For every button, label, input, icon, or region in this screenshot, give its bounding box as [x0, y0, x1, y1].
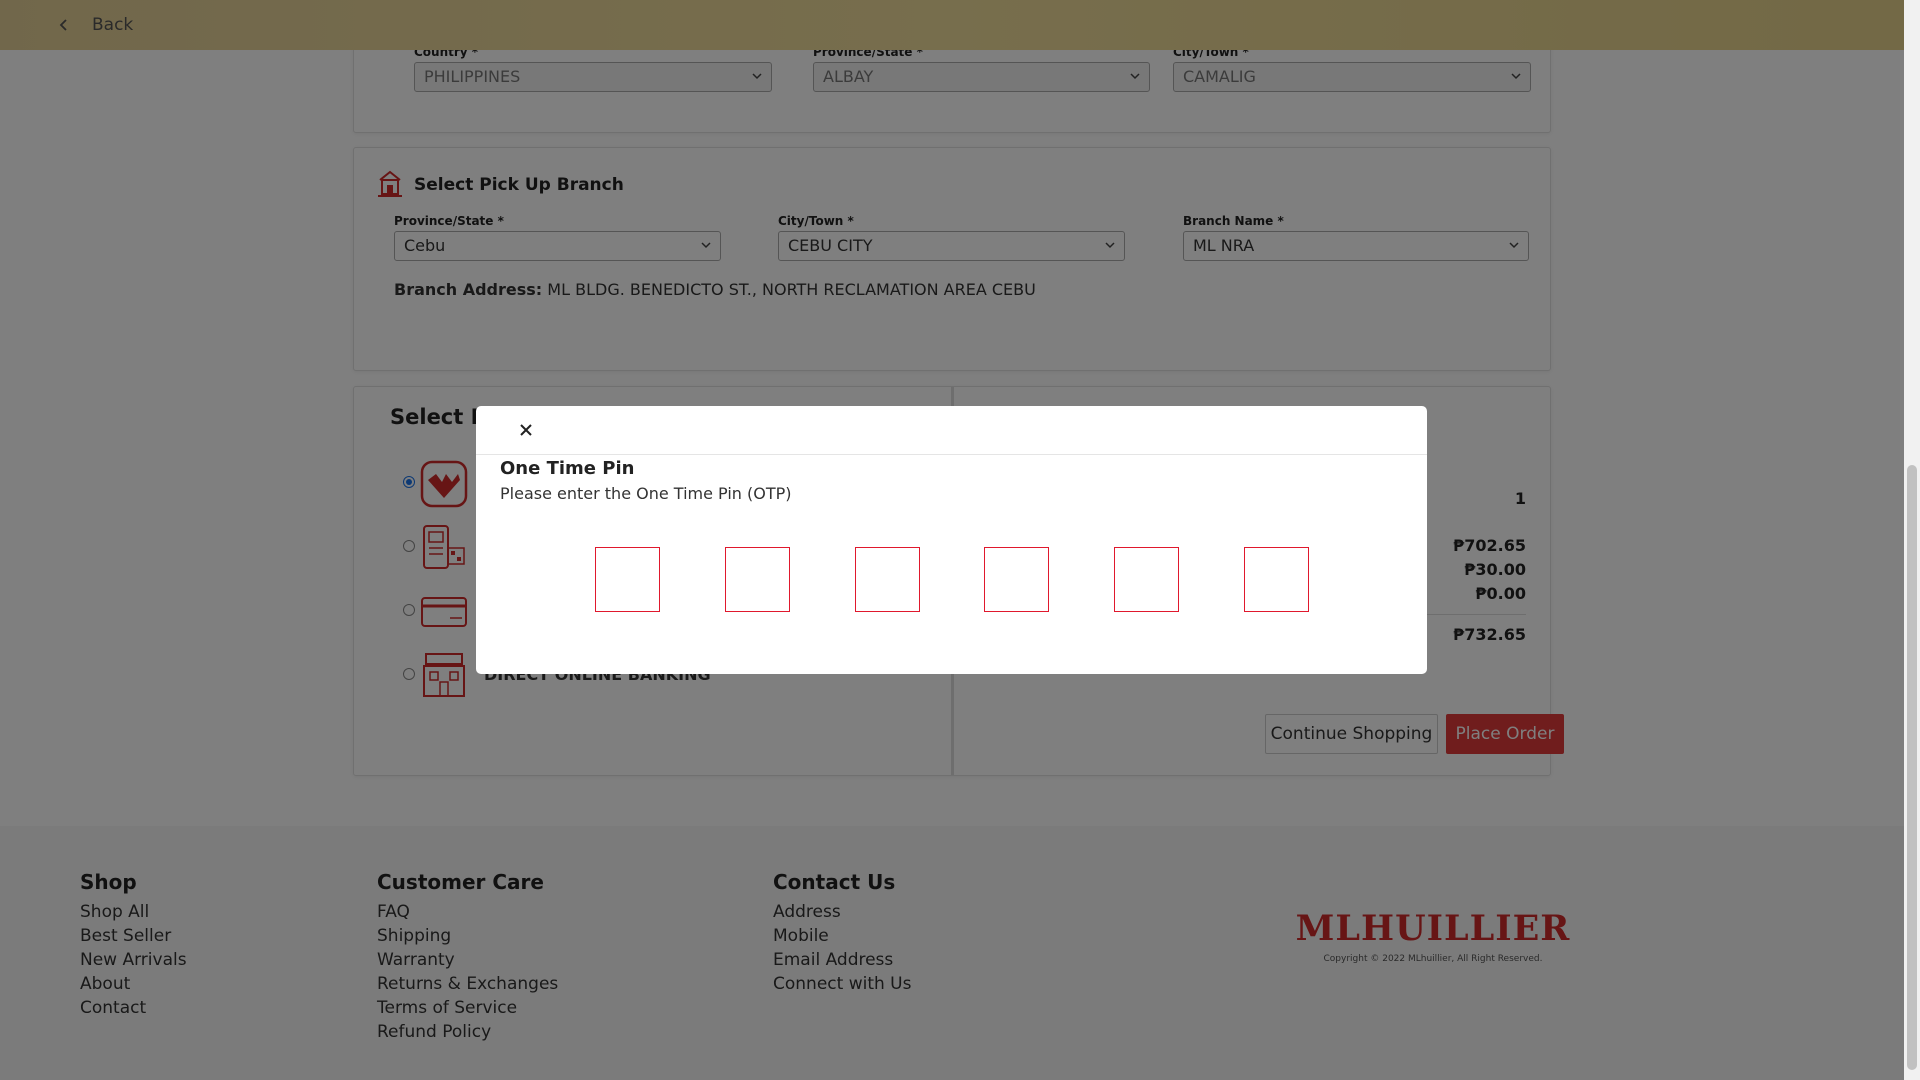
otp-input-1[interactable]: [595, 547, 660, 612]
otp-modal: One Time Pin Please enter the One Time P…: [476, 406, 1427, 674]
close-icon[interactable]: [518, 422, 534, 438]
otp-input-2[interactable]: [725, 547, 790, 612]
modal-header: [476, 406, 1427, 455]
modal-title: One Time Pin: [500, 458, 635, 479]
scrollbar-thumb[interactable]: [1907, 465, 1917, 1070]
otp-input-5[interactable]: [1114, 547, 1179, 612]
otp-input-6[interactable]: [1244, 547, 1309, 612]
otp-input-3[interactable]: [855, 547, 920, 612]
page-scrollbar[interactable]: [1904, 0, 1920, 1080]
modal-subtitle: Please enter the One Time Pin (OTP): [500, 484, 792, 503]
otp-input-4[interactable]: [984, 547, 1049, 612]
